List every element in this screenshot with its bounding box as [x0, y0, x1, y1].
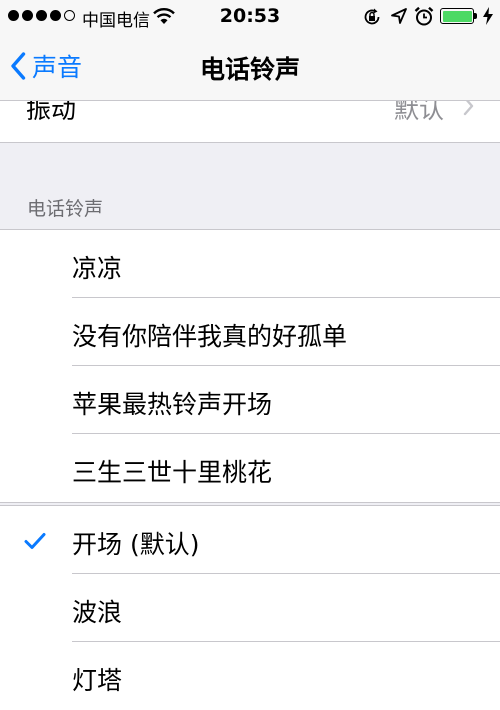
ringtone-item[interactable]: 凉凉 — [0, 230, 500, 298]
navigation-bar: 声音 电话铃声 — [0, 34, 500, 101]
charging-bolt-icon — [482, 6, 494, 31]
checkmark-icon — [24, 532, 46, 554]
vibration-value: 默认 — [393, 100, 444, 124]
status-bar: 中国电信 20:53 — [0, 0, 500, 34]
rotation-lock-icon — [362, 7, 382, 32]
ringtone-label: 灯塔 — [72, 666, 123, 695]
ringtone-label: 没有你陪伴我真的好孤单 — [72, 322, 348, 351]
ringtone-item[interactable]: 苹果最热铃声开场 — [0, 366, 500, 434]
ringtone-item[interactable]: 没有你陪伴我真的好孤单 — [0, 298, 500, 366]
ringtone-label: 波浪 — [72, 598, 123, 627]
location-arrow-icon — [390, 7, 408, 30]
custom-ringtone-list: 凉凉 没有你陪伴我真的好孤单 苹果最热铃声开场 三生三世十里桃花 — [0, 229, 500, 503]
battery-icon — [440, 8, 480, 26]
ringtone-label: 三生三世十里桃花 — [72, 458, 273, 487]
alarm-clock-icon — [414, 6, 434, 32]
chevron-right-icon — [463, 100, 474, 120]
screen: 中国电信 20:53 声音 电话铃声 振动 默认 电话铃声 凉凉 没有你陪伴我真… — [0, 0, 500, 710]
vibration-row[interactable]: 振动 默认 — [0, 100, 500, 143]
ringtone-label: 开场 (默认) — [72, 530, 200, 559]
settings-content: 振动 默认 电话铃声 凉凉 没有你陪伴我真的好孤单 苹果最热铃声开场 三生三世十… — [0, 100, 500, 710]
page-title: 电话铃声 — [199, 55, 300, 84]
ringtone-item[interactable]: 灯塔 — [0, 642, 500, 710]
section-header: 电话铃声 — [27, 198, 104, 220]
ringtone-label: 凉凉 — [72, 254, 123, 283]
ringtone-label: 苹果最热铃声开场 — [72, 390, 273, 419]
system-ringtone-list: 开场 (默认) 波浪 灯塔 — [0, 505, 500, 710]
vibration-label: 振动 — [26, 100, 77, 124]
ringtone-item[interactable]: 三生三世十里桃花 — [0, 434, 500, 502]
ringtone-item-selected[interactable]: 开场 (默认) — [0, 506, 500, 574]
ringtone-item[interactable]: 波浪 — [0, 574, 500, 642]
